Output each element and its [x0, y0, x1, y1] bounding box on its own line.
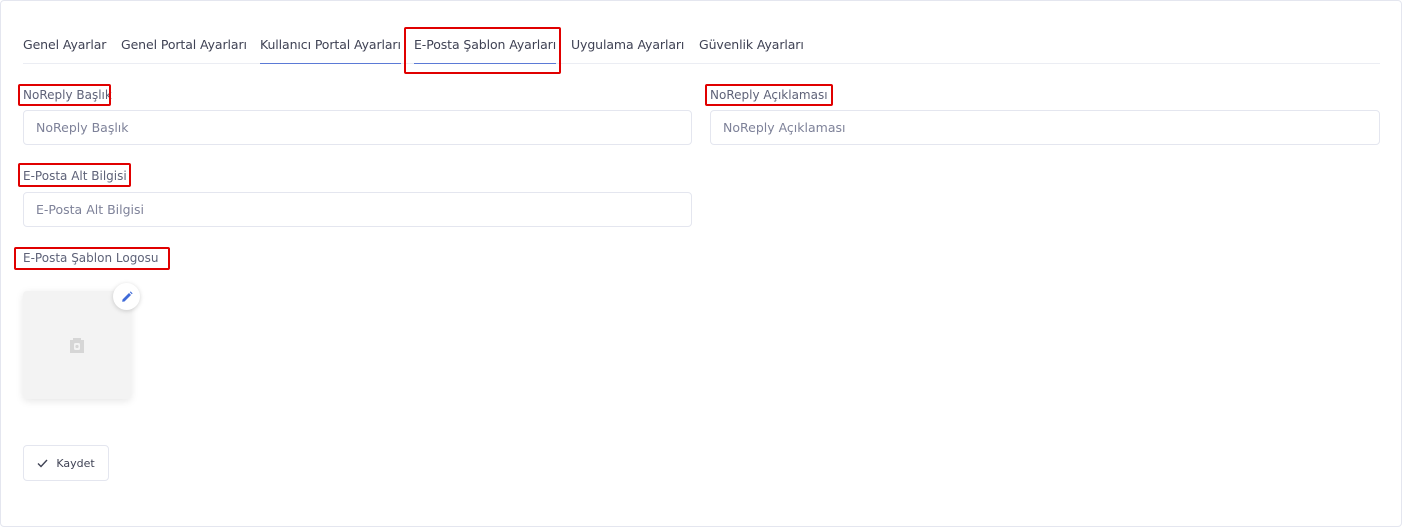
pencil-icon — [121, 290, 133, 302]
settings-card: Genel Ayarlar Genel Portal Ayarları Kull… — [0, 0, 1402, 527]
save-button-label: Kaydet — [56, 456, 95, 470]
email-logo-preview[interactable] — [23, 291, 131, 399]
email-footer-label: E-Posta Alt Bilgisi — [23, 169, 127, 183]
noreply-title-label: NoReply Başlık — [23, 88, 112, 102]
edit-logo-button[interactable] — [113, 283, 140, 310]
noreply-description-label: NoReply Açıklaması — [710, 88, 828, 102]
tab-genel-portal-ayarlari[interactable]: Genel Portal Ayarları — [121, 37, 247, 64]
tab-genel-ayarlar[interactable]: Genel Ayarlar — [23, 37, 106, 64]
tab-kullanici-portal-ayarlari[interactable]: Kullanıcı Portal Ayarları — [260, 37, 401, 64]
check-icon — [37, 459, 48, 468]
image-placeholder-icon — [70, 338, 84, 353]
save-button[interactable]: Kaydet — [23, 445, 109, 481]
email-logo-label: E-Posta Şablon Logosu — [23, 251, 159, 265]
tab-uygulama-ayarlari[interactable]: Uygulama Ayarları — [571, 37, 684, 64]
tab-eposta-sablon-ayarlari[interactable]: E-Posta Şablon Ayarları — [414, 37, 556, 64]
noreply-title-input[interactable] — [23, 110, 692, 145]
email-footer-input[interactable] — [23, 192, 692, 227]
tab-guvenlik-ayarlari[interactable]: Güvenlik Ayarları — [699, 37, 804, 64]
settings-tabs: Genel Ayarlar Genel Portal Ayarları Kull… — [23, 25, 1380, 64]
noreply-description-input[interactable] — [710, 110, 1380, 145]
